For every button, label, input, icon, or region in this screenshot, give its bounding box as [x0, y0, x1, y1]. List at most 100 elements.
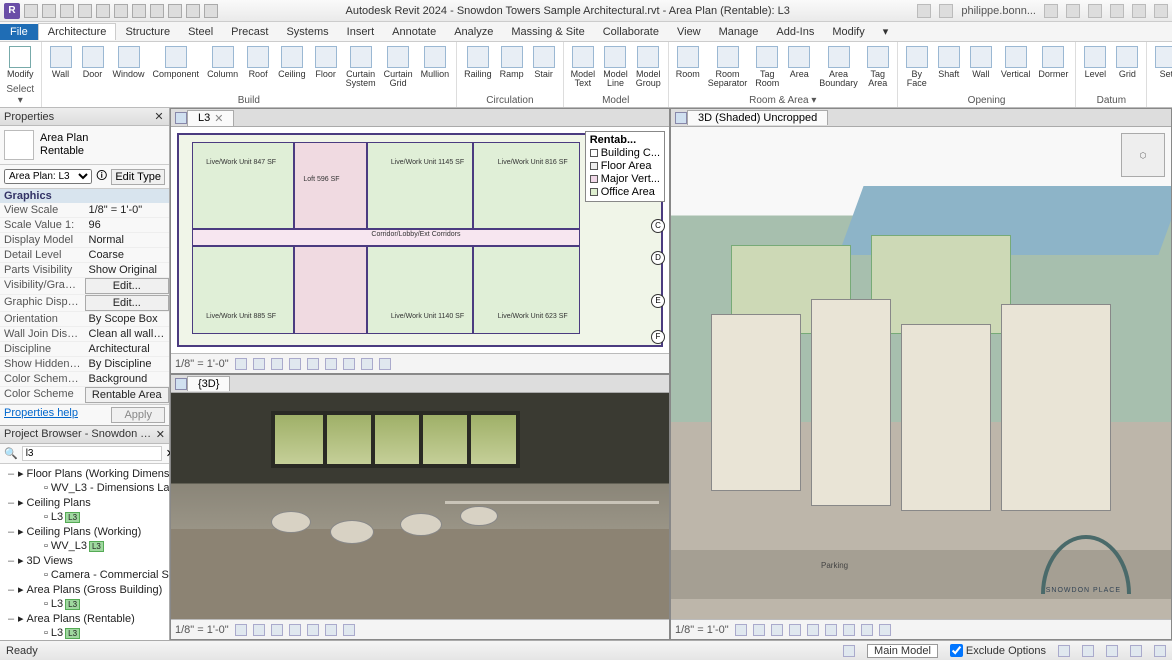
wall-button[interactable]: Wall	[966, 44, 996, 81]
model-group-button[interactable]: Model Group	[633, 44, 664, 90]
area-button[interactable]: Area	[784, 44, 814, 81]
drag-elements-icon[interactable]	[1130, 645, 1142, 657]
select-pinned-icon[interactable]	[1082, 645, 1094, 657]
tab-close-icon[interactable]: ✕	[214, 112, 223, 125]
tree-node[interactable]: –▸Area Plans (Rentable)	[0, 611, 169, 626]
filter-icon[interactable]	[1154, 645, 1166, 657]
temp-hide-icon[interactable]	[861, 624, 873, 636]
browser-close-icon[interactable]: ✕	[156, 428, 165, 440]
file-dropdown-icon[interactable]: ▾	[874, 23, 898, 40]
sync-icon[interactable]	[60, 4, 74, 18]
minimize-icon[interactable]	[1110, 4, 1124, 18]
property-value[interactable]: Background	[85, 372, 170, 386]
ribbon-tab-steel[interactable]: Steel	[179, 24, 222, 40]
tree-node[interactable]: ▫WV_L3 - Dimensions Large ScaleL3	[0, 481, 169, 495]
dormer-button[interactable]: Dormer	[1035, 44, 1071, 81]
shadows-icon[interactable]	[289, 358, 301, 370]
sun-path-icon[interactable]	[771, 624, 783, 636]
detail-level-icon[interactable]	[735, 624, 747, 636]
user-icon[interactable]	[939, 4, 953, 18]
property-value[interactable]: 96	[85, 218, 170, 232]
shadows-icon[interactable]	[289, 624, 301, 636]
tree-twisty-icon[interactable]: –	[8, 526, 18, 538]
property-value[interactable]: Normal	[85, 233, 170, 247]
exterior-view-tab[interactable]: 3D (Shaded) Uncropped	[687, 110, 828, 125]
interior-canvas[interactable]	[171, 393, 669, 619]
ribbon-tab-annotate[interactable]: Annotate	[383, 24, 445, 40]
column-button[interactable]: Column	[204, 44, 241, 81]
tree-twisty-icon[interactable]: –	[8, 555, 18, 567]
vertical-button[interactable]: Vertical	[998, 44, 1034, 81]
plan-view-tab[interactable]: L3 ✕	[187, 110, 234, 126]
edit-type-button[interactable]: Edit Type	[111, 169, 165, 185]
property-value[interactable]: Show Original	[85, 263, 170, 277]
tree-twisty-icon[interactable]: –	[8, 497, 18, 509]
exclude-options-checkbox[interactable]: Exclude Options	[950, 644, 1046, 657]
shadows-icon[interactable]	[789, 624, 801, 636]
file-menu[interactable]: File	[0, 24, 38, 40]
ribbon-tab-manage[interactable]: Manage	[710, 24, 768, 40]
interior-scale[interactable]: 1/8" = 1'-0"	[175, 624, 229, 636]
room-button[interactable]: Room	[673, 44, 703, 81]
ribbon-tab-insert[interactable]: Insert	[338, 24, 384, 40]
tree-node[interactable]: –▸Ceiling Plans	[0, 495, 169, 510]
modify-button[interactable]: Modify	[4, 44, 37, 81]
tree-node[interactable]: ▫WV_L3L3	[0, 539, 169, 553]
view-cube[interactable]: ⬡	[1121, 133, 1165, 177]
roof-button[interactable]: Roof	[243, 44, 273, 81]
floor-button[interactable]: Floor	[311, 44, 341, 81]
browser-search-input[interactable]	[22, 446, 162, 461]
reveal-icon[interactable]	[379, 358, 391, 370]
ribbon-tab-structure[interactable]: Structure	[116, 24, 179, 40]
visual-style-icon[interactable]	[253, 358, 265, 370]
reveal-icon[interactable]	[879, 624, 891, 636]
property-value[interactable]: 1/8" = 1'-0"	[85, 203, 170, 217]
wall-button[interactable]: Wall	[46, 44, 76, 81]
tree-twisty-icon[interactable]: –	[8, 468, 18, 480]
exterior-canvas[interactable]: SNOWDON PLACE Parking ⬡	[671, 127, 1171, 619]
ribbon-tab-precast[interactable]: Precast	[222, 24, 277, 40]
tree-node[interactable]: ▫L3L3	[0, 510, 169, 524]
curtain-system-button[interactable]: Curtain System	[343, 44, 379, 90]
railing-button[interactable]: Railing	[461, 44, 495, 81]
workset-icon[interactable]	[843, 645, 855, 657]
select-links-icon[interactable]	[1058, 645, 1070, 657]
properties-type-selector[interactable]: Area Plan Rentable	[0, 126, 169, 165]
window-button[interactable]: Window	[110, 44, 148, 81]
set-button[interactable]: Set	[1151, 44, 1172, 81]
ribbon-tab-architecture[interactable]: Architecture	[38, 23, 117, 40]
ribbon-tab-collaborate[interactable]: Collaborate	[594, 24, 668, 40]
ribbon-tab-analyze[interactable]: Analyze	[445, 24, 502, 40]
door-button[interactable]: Door	[78, 44, 108, 81]
ribbon-tab-add-ins[interactable]: Add-Ins	[767, 24, 823, 40]
crop-region-icon[interactable]	[843, 624, 855, 636]
visual-style-icon[interactable]	[253, 624, 265, 636]
crop-icon[interactable]	[307, 358, 319, 370]
mullion-button[interactable]: Mullion	[418, 44, 453, 81]
save-icon[interactable]	[42, 4, 56, 18]
ceiling-button[interactable]: Ceiling	[275, 44, 309, 81]
align-icon[interactable]	[150, 4, 164, 18]
help-icon[interactable]	[1088, 4, 1102, 18]
close-hidden-icon[interactable]	[186, 4, 200, 18]
undo-icon[interactable]	[78, 4, 92, 18]
view-icon[interactable]	[175, 112, 187, 124]
tree-node[interactable]: –▸3D Views	[0, 553, 169, 568]
property-value[interactable]: Clean all wall joins	[85, 327, 170, 341]
tree-node[interactable]: ▫Camera - Commercial Space L3L3	[0, 568, 169, 582]
main-model-selector[interactable]: Main Model	[867, 644, 938, 658]
property-value[interactable]: Architectural	[85, 342, 170, 356]
detail-level-icon[interactable]	[235, 624, 247, 636]
temp-hide-icon[interactable]	[361, 358, 373, 370]
ramp-button[interactable]: Ramp	[497, 44, 527, 81]
tree-node[interactable]: ▫L3L3	[0, 597, 169, 611]
favorites-icon[interactable]	[1044, 4, 1058, 18]
room-separator-button[interactable]: Room Separator	[705, 44, 751, 90]
properties-help-link[interactable]: Properties help	[4, 407, 78, 423]
revit-logo-icon[interactable]: R	[4, 3, 20, 19]
area-boundary-button[interactable]: Area Boundary	[816, 44, 861, 90]
tree-node[interactable]: –▸Ceiling Plans (Working)	[0, 524, 169, 539]
tree-twisty-icon[interactable]: –	[8, 584, 18, 596]
sun-path-icon[interactable]	[271, 624, 283, 636]
search-icon[interactable]	[917, 4, 931, 18]
